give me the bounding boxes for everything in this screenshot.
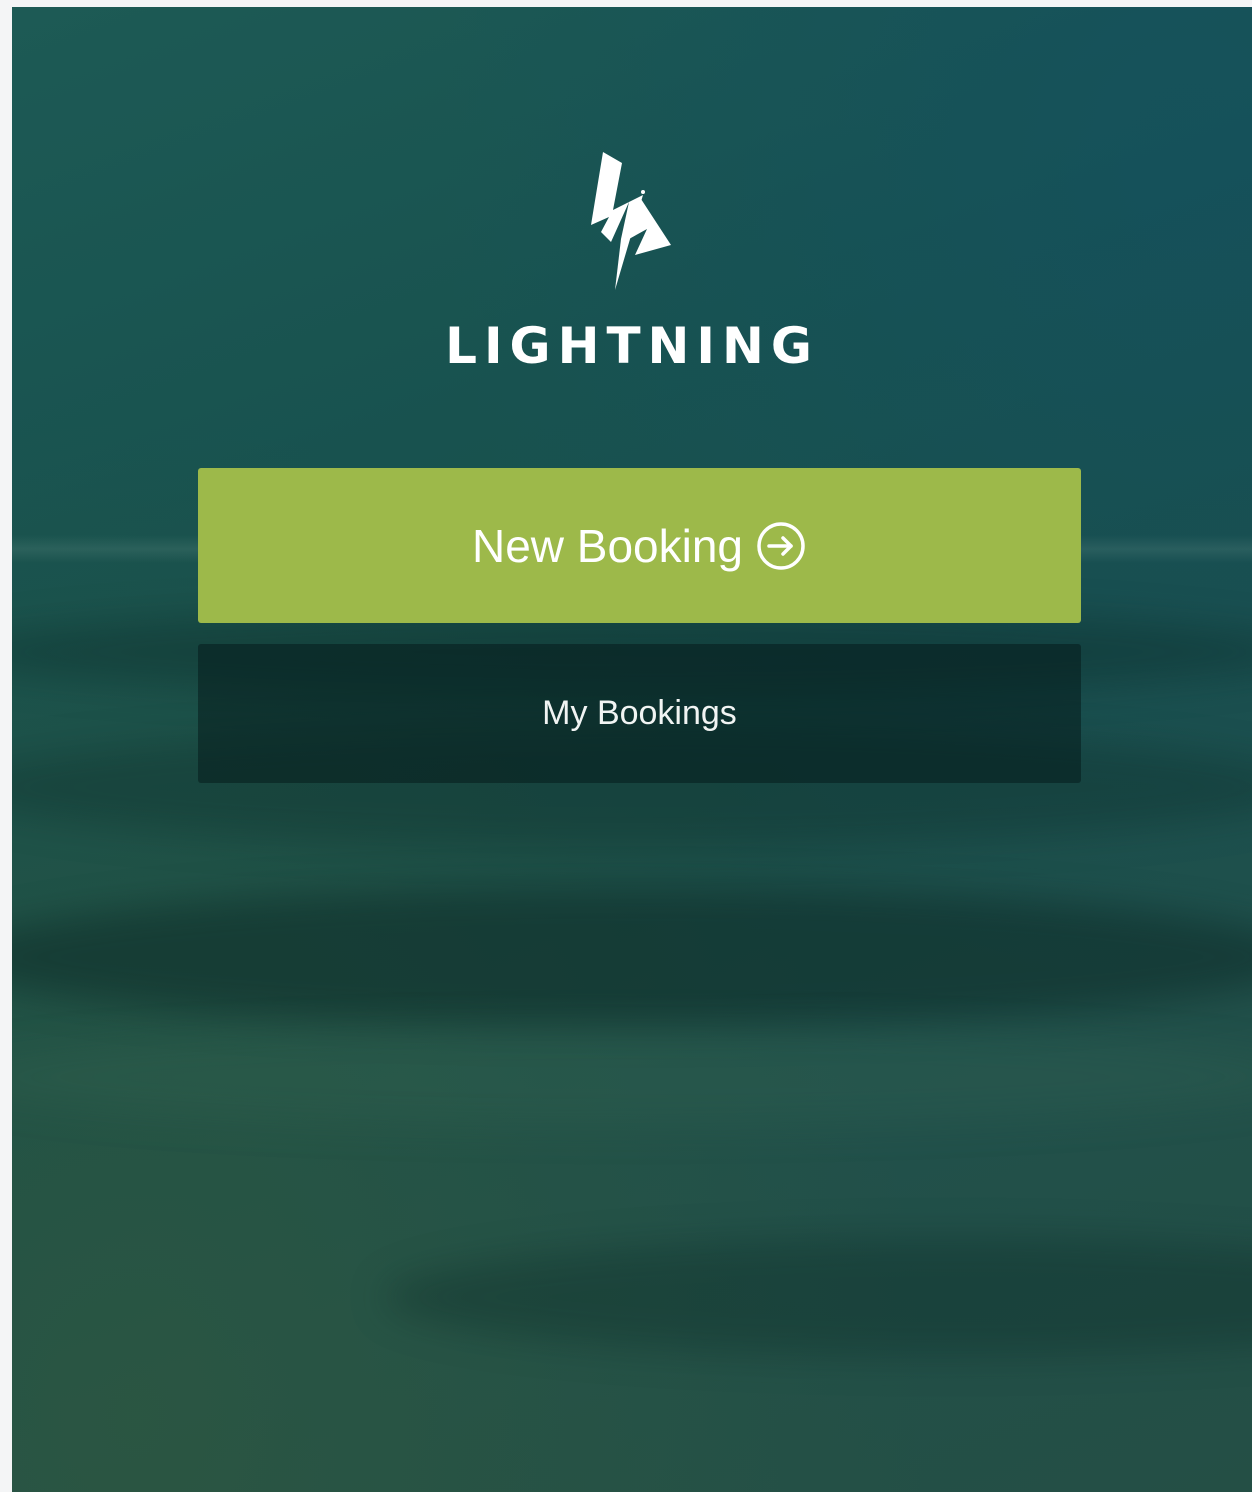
lightning-bolt-logo-icon <box>591 152 671 290</box>
brand-name: LIGHTNING <box>445 317 819 375</box>
my-bookings-button[interactable]: My Bookings <box>198 644 1081 783</box>
background-wave <box>12 1027 1252 1127</box>
background-wave <box>384 1237 1252 1357</box>
new-booking-label: New Booking <box>471 519 744 572</box>
arrow-right-circle-icon <box>757 521 805 570</box>
background-wave <box>12 887 1252 1027</box>
brand-logo: LIGHTNING <box>12 147 1252 371</box>
app-screen: LIGHTNING New Booking My Bookings <box>12 7 1252 1492</box>
new-booking-button[interactable]: New Booking <box>198 468 1081 623</box>
my-bookings-label: My Bookings <box>542 694 737 732</box>
